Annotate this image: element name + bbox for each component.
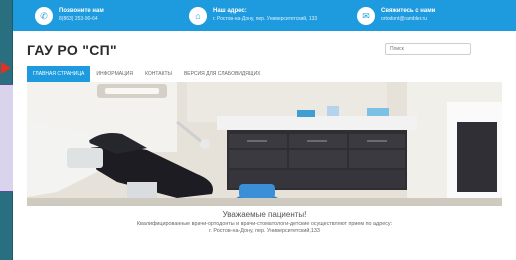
main-nav: Главная страница Информация Контакты Вер… bbox=[27, 66, 267, 82]
website: ✆ Позвоните нам 8(863) 253-90-64 ⌂ Наш а… bbox=[13, 0, 516, 260]
contact-bar: ✆ Позвоните нам 8(863) 253-90-64 ⌂ Наш а… bbox=[13, 0, 516, 31]
location-icon: ⌂ bbox=[189, 7, 207, 25]
nav-item-contacts[interactable]: Контакты bbox=[139, 66, 178, 82]
contact-email-detail: ortodont@rambler.ru bbox=[381, 16, 427, 22]
dental-office-photo bbox=[27, 82, 502, 206]
contact-address-title: Наш адрес: bbox=[213, 8, 247, 14]
search-input[interactable] bbox=[385, 43, 471, 55]
phone-icon: ✆ bbox=[35, 7, 53, 25]
mail-icon: ✉ bbox=[357, 7, 375, 25]
nav-item-home[interactable]: Главная страница bbox=[27, 66, 91, 82]
hero-image bbox=[27, 82, 502, 206]
message-line-2: г. Ростов-на-Дону, пер. Университетский,… bbox=[209, 228, 320, 234]
side-panel bbox=[0, 84, 14, 192]
greeting-heading: Уважаемые пациенты! bbox=[222, 210, 307, 219]
contact-phone-title: Позвоните нам bbox=[59, 8, 104, 14]
contact-address-detail: г. Ростов-на-Дону, пер. Университетский,… bbox=[213, 16, 318, 22]
contact-email-title: Свяжитесь с нами bbox=[381, 8, 436, 14]
site-logo[interactable]: ГАУ РО "СП" bbox=[27, 42, 117, 58]
message-line-1: Квалифицированные врачи-ортодонты и врач… bbox=[136, 221, 393, 227]
pointer-arrow-icon bbox=[1, 62, 11, 74]
address-message: Квалифицированные врачи-ортодонты и врач… bbox=[13, 221, 516, 235]
contact-phone-detail: 8(863) 253-90-64 bbox=[59, 16, 98, 22]
nav-item-info[interactable]: Информация bbox=[90, 66, 139, 82]
nav-item-accessibility[interactable]: Версия для слабовидящих bbox=[178, 66, 267, 82]
